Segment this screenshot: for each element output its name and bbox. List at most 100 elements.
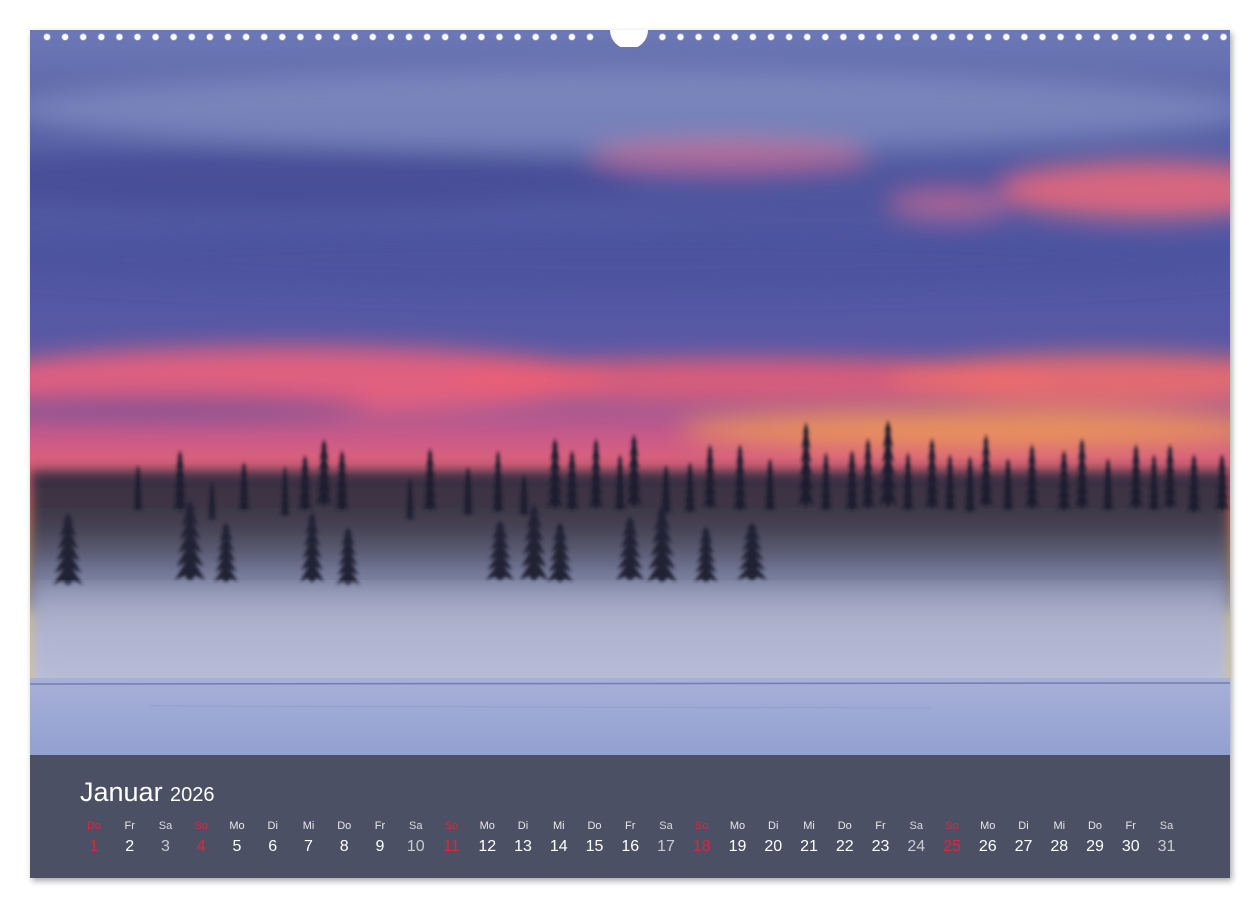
day-of-week-label: Di	[768, 820, 779, 832]
day-cell: Di 6	[253, 817, 293, 859]
day-number: 15	[585, 838, 604, 855]
day-number: 28	[1050, 838, 1069, 855]
landscape-photo	[30, 30, 1230, 755]
day-of-week-label: So	[945, 820, 959, 832]
day-of-week-label: Sa	[659, 820, 673, 832]
day-of-week-label: Fr	[374, 820, 386, 832]
day-of-week-label: So	[695, 820, 709, 832]
month-title: Januar 2026	[80, 777, 215, 808]
day-of-week-label: Sa	[409, 820, 423, 832]
day-of-week-label: Di	[1018, 820, 1029, 832]
day-row: Do 1 Fr 2 Sa 3 So 4 Mo 5 Di 6 Mi 7 Do 8 Fr 9 Sa 10 So 11 Mo 12 D…	[70, 817, 1210, 867]
day-number: 19	[728, 838, 747, 855]
day-number: 16	[621, 838, 640, 855]
day-of-week-label: Fr	[1125, 820, 1136, 832]
day-of-week-label: Do	[587, 820, 602, 832]
day-cell: Fr 2	[110, 817, 150, 859]
day-number: 1	[89, 838, 99, 855]
day-cell: Di 20	[753, 817, 793, 859]
day-number: 30	[1121, 838, 1140, 855]
day-number: 9	[375, 838, 385, 855]
day-number: 4	[196, 838, 206, 855]
day-of-week-label: Mo	[729, 820, 746, 832]
day-of-week-label: Fr	[875, 820, 886, 832]
cloud	[30, 70, 1230, 150]
day-of-week-label: Fr	[124, 820, 135, 832]
day-number: 22	[835, 838, 854, 855]
day-cell: So 11	[432, 817, 472, 859]
day-number: 3	[161, 838, 170, 855]
day-number: 5	[232, 838, 242, 855]
day-cell: So 18	[682, 817, 722, 859]
day-of-week-label: Sa	[1159, 820, 1174, 832]
day-of-week-label: Do	[1087, 820, 1103, 832]
cloud	[590, 139, 870, 171]
day-of-week-label: Sa	[158, 820, 173, 832]
day-of-week-label: Mo	[980, 820, 996, 832]
day-of-week-label: So	[444, 820, 459, 832]
day-cell: So 4	[181, 817, 221, 859]
day-cell: Fr 16	[610, 817, 650, 859]
day-cell: Sa 17	[646, 817, 686, 859]
day-number: 26	[978, 838, 997, 855]
month-name: Januar	[80, 777, 163, 807]
cloud	[30, 230, 1230, 290]
day-cell: Fr 9	[360, 817, 400, 859]
day-cell: Do 15	[575, 817, 615, 859]
day-of-week-label: So	[194, 820, 208, 832]
calendar-page: Januar 2026 Do 1 Fr 2 Sa 3 So 4 Mo 5 Di 6 Mi 7 Do 8 Fr 9 S…	[30, 30, 1230, 878]
day-of-week-label: Sa	[909, 820, 923, 832]
day-of-week-label: Mo	[229, 820, 245, 832]
day-of-week-label: Fr	[625, 820, 636, 832]
day-number: 24	[907, 838, 926, 855]
calendar-strip: Januar 2026 Do 1 Fr 2 Sa 3 So 4 Mo 5 Di 6 Mi 7 Do 8 Fr 9 S…	[30, 755, 1230, 878]
day-cell: Sa 10	[396, 817, 436, 859]
day-number: 8	[339, 838, 349, 855]
day-number: 23	[871, 838, 890, 855]
day-number: 10	[406, 838, 425, 855]
day-of-week-label: Mo	[479, 820, 495, 832]
day-cell: Mo 12	[467, 817, 507, 859]
day-of-week-label: Di	[517, 820, 529, 832]
day-cell: Sa 31	[1147, 817, 1187, 859]
day-of-week-label: Do	[337, 820, 352, 832]
day-of-week-label: Mi	[302, 820, 315, 832]
day-cell: Mo 5	[217, 817, 257, 859]
day-cell: So 25	[932, 817, 972, 859]
day-cell: Do 29	[1075, 817, 1115, 859]
day-cell: Sa 24	[896, 817, 936, 859]
day-number: 20	[764, 838, 783, 855]
day-number: 25	[943, 838, 961, 855]
landscape-photo-drawing	[30, 30, 1230, 755]
day-number: 31	[1157, 838, 1176, 855]
day-cell: Fr 23	[861, 817, 901, 859]
day-cell: Di 27	[1004, 817, 1044, 859]
day-number: 18	[692, 838, 711, 855]
day-number: 12	[478, 838, 497, 855]
day-cell: Mi 21	[789, 817, 829, 859]
day-cell: Mi 7	[289, 817, 329, 859]
day-number: 11	[443, 838, 460, 855]
day-number: 27	[1014, 838, 1033, 855]
day-number: 7	[304, 838, 313, 855]
day-cell: Do 8	[324, 817, 364, 859]
day-number: 17	[657, 838, 675, 855]
day-of-week-label: Mi	[1053, 820, 1066, 832]
day-number: 21	[800, 838, 818, 855]
day-cell: Fr 30	[1111, 817, 1151, 859]
day-number: 13	[514, 838, 532, 855]
day-of-week-label: Mi	[803, 820, 815, 832]
day-number: 2	[125, 838, 135, 855]
day-number: 14	[549, 838, 568, 855]
day-cell: Do 1	[74, 817, 114, 859]
day-number: 6	[268, 838, 278, 855]
day-cell: Mo 26	[968, 817, 1008, 859]
day-number: 29	[1086, 838, 1104, 855]
day-cell: Mo 19	[718, 817, 758, 859]
day-cell: Sa 3	[146, 817, 186, 859]
month-year: 2026	[170, 784, 215, 806]
day-cell: Mi 14	[539, 817, 579, 859]
cloud	[890, 191, 1010, 219]
day-of-week-label: Do	[86, 820, 102, 832]
day-of-week-label: Di	[267, 820, 278, 832]
